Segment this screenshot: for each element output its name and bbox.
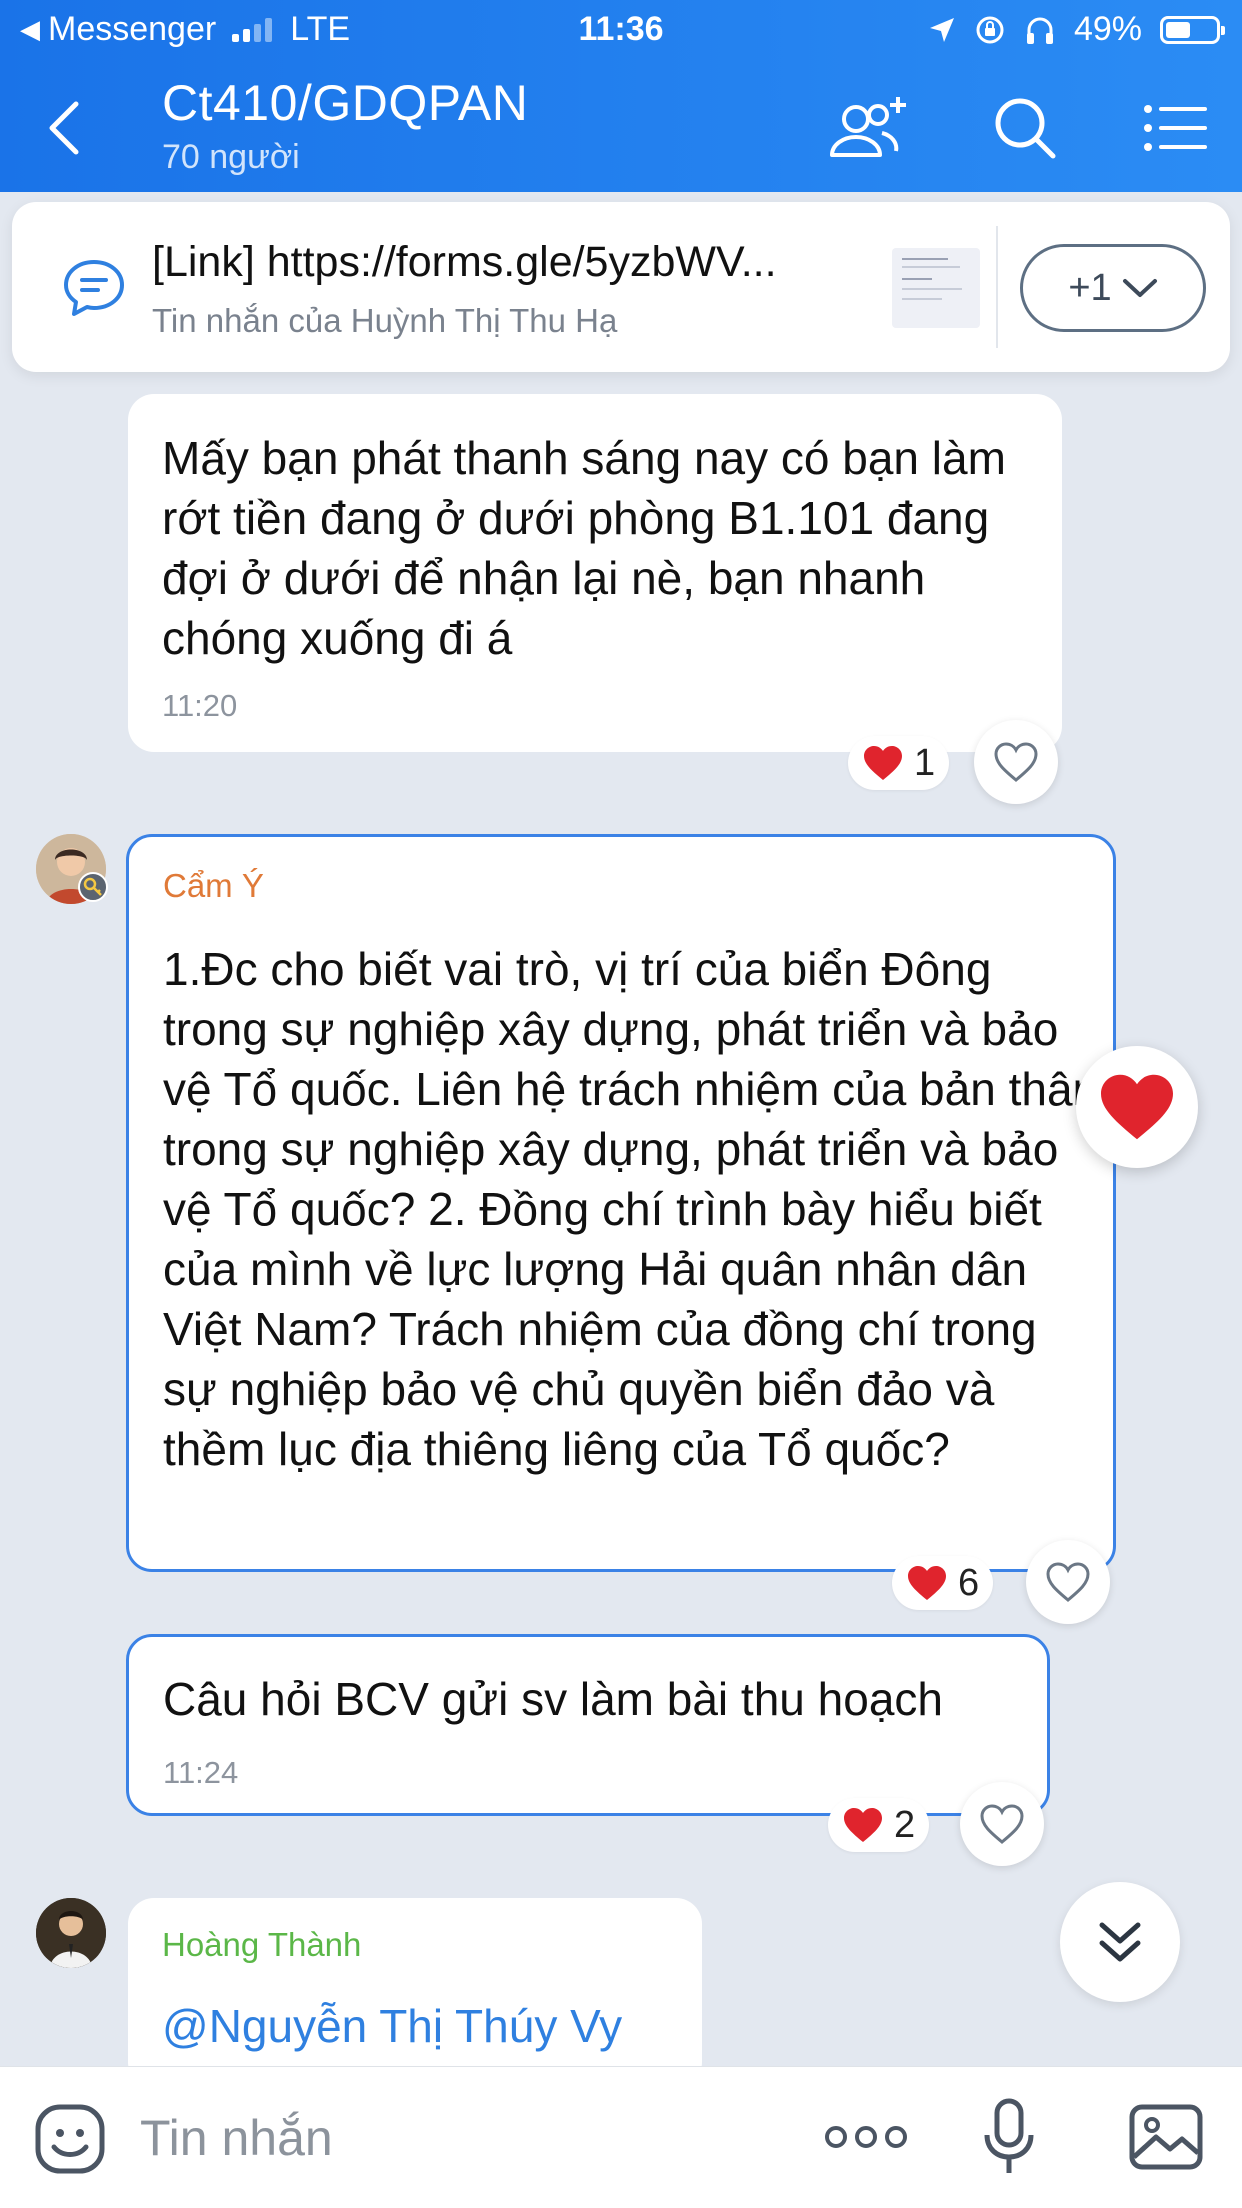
group-title[interactable]: Ct410/GDQPAN bbox=[162, 74, 528, 132]
search-icon bbox=[995, 98, 1056, 159]
more-dots-icon bbox=[825, 2126, 907, 2148]
like-button[interactable] bbox=[1026, 1540, 1110, 1624]
battery-percent: 49% bbox=[1073, 10, 1142, 48]
heart-icon bbox=[1101, 1074, 1173, 1140]
double-chevron-down-icon bbox=[1099, 1922, 1141, 1962]
emoji-icon bbox=[35, 2104, 105, 2174]
message-time: 11:20 bbox=[162, 688, 238, 723]
status-right: 49% bbox=[928, 10, 1225, 49]
add-member-button[interactable] bbox=[820, 88, 910, 168]
heart-icon bbox=[844, 1808, 882, 1842]
pinned-subtitle: Tin nhắn của Huỳnh Thị Thu Hạ bbox=[152, 302, 618, 339]
header-bar: ◀ Messenger LTE 11:36 49% Ct410/GDQPAN 7… bbox=[0, 0, 1242, 192]
chat-nav: Ct410/GDQPAN 70 người bbox=[0, 70, 1242, 180]
like-button[interactable] bbox=[974, 720, 1058, 804]
photo-button[interactable] bbox=[1128, 2097, 1204, 2177]
search-button[interactable] bbox=[980, 88, 1070, 168]
heart-outline-icon bbox=[1046, 1562, 1090, 1602]
pinned-message[interactable]: [Link] https://forms.gle/5yzbWV... Tin n… bbox=[12, 202, 1230, 372]
status-bar: ◀ Messenger LTE 11:36 49% bbox=[0, 10, 1242, 54]
headphones-icon bbox=[1026, 17, 1053, 44]
heart-icon bbox=[864, 746, 902, 780]
chat-bubble-icon bbox=[64, 260, 124, 316]
message-text: 1.Đc cho biết vai trò, vị trí của biển Đ… bbox=[163, 943, 1099, 1475]
image-icon bbox=[1129, 2104, 1203, 2170]
reaction-count: 6 bbox=[958, 1561, 980, 1604]
chevron-down-icon bbox=[1122, 279, 1157, 297]
back-arrow-icon bbox=[49, 101, 79, 155]
reaction-count: 1 bbox=[914, 741, 936, 784]
message-text: Câu hỏi BCV gửi sv làm bài thu hoạch bbox=[163, 1673, 943, 1725]
battery-icon bbox=[1160, 15, 1225, 44]
more-button[interactable] bbox=[818, 2097, 914, 2177]
like-button[interactable] bbox=[960, 1782, 1044, 1866]
add-member-icon bbox=[830, 97, 906, 157]
rotation-lock-icon bbox=[976, 16, 1004, 43]
heart-outline-icon bbox=[994, 742, 1038, 782]
message-text: Mấy bạn phát thanh sáng nay có bạn làm r… bbox=[162, 432, 1006, 664]
menu-icon bbox=[1144, 105, 1207, 151]
reaction-summary[interactable]: 6 bbox=[892, 1556, 994, 1610]
admin-key-icon bbox=[78, 872, 108, 902]
pinned-more-button[interactable]: +1 bbox=[1020, 244, 1206, 332]
pinned-divider bbox=[996, 226, 998, 348]
message-bubble-selected[interactable]: Câu hỏi BCV gửi sv làm bài thu hoạch 11:… bbox=[126, 1634, 1050, 1816]
menu-button[interactable] bbox=[1130, 88, 1220, 168]
scroll-to-bottom-button[interactable] bbox=[1060, 1882, 1180, 2002]
quick-react-heart-button[interactable] bbox=[1076, 1046, 1198, 1168]
sender-name[interactable]: Hoàng Thành bbox=[162, 1926, 361, 1964]
message-bubble[interactable]: Hoàng Thành @Nguyễn Thị Thúy Vy bbox=[128, 1898, 702, 2088]
sticker-button[interactable] bbox=[34, 2103, 106, 2175]
message-bubble-selected[interactable]: Cẩm Ý 1.Đc cho biết vai trò, vị trí của … bbox=[126, 834, 1116, 1572]
heart-icon bbox=[908, 1566, 946, 1600]
pinned-title: [Link] https://forms.gle/5yzbWV... bbox=[152, 238, 777, 286]
heart-outline-icon bbox=[980, 1804, 1024, 1844]
reaction-count: 2 bbox=[894, 1803, 916, 1846]
mention-link[interactable]: @Nguyễn Thị Thúy Vy bbox=[162, 1996, 622, 2056]
composer-bar: Tin nhắn bbox=[0, 2066, 1242, 2208]
user-avatar-icon bbox=[36, 1898, 106, 1968]
avatar[interactable] bbox=[36, 1898, 106, 1968]
back-button[interactable] bbox=[40, 100, 90, 156]
message-bubble[interactable]: Mấy bạn phát thanh sáng nay có bạn làm r… bbox=[128, 394, 1062, 752]
link-thumbnail bbox=[892, 248, 980, 328]
reaction-summary[interactable]: 2 bbox=[828, 1798, 930, 1852]
microphone-icon bbox=[984, 2098, 1034, 2173]
voice-button[interactable] bbox=[974, 2097, 1044, 2177]
member-count: 70 người bbox=[162, 138, 300, 176]
reaction-summary[interactable]: 1 bbox=[848, 736, 950, 790]
sender-name[interactable]: Cẩm Ý bbox=[163, 867, 264, 905]
location-icon bbox=[929, 17, 954, 42]
message-time: 11:24 bbox=[163, 1755, 239, 1790]
pinned-more-label: +1 bbox=[1068, 266, 1112, 309]
message-input[interactable]: Tin nhắn bbox=[140, 2109, 333, 2167]
